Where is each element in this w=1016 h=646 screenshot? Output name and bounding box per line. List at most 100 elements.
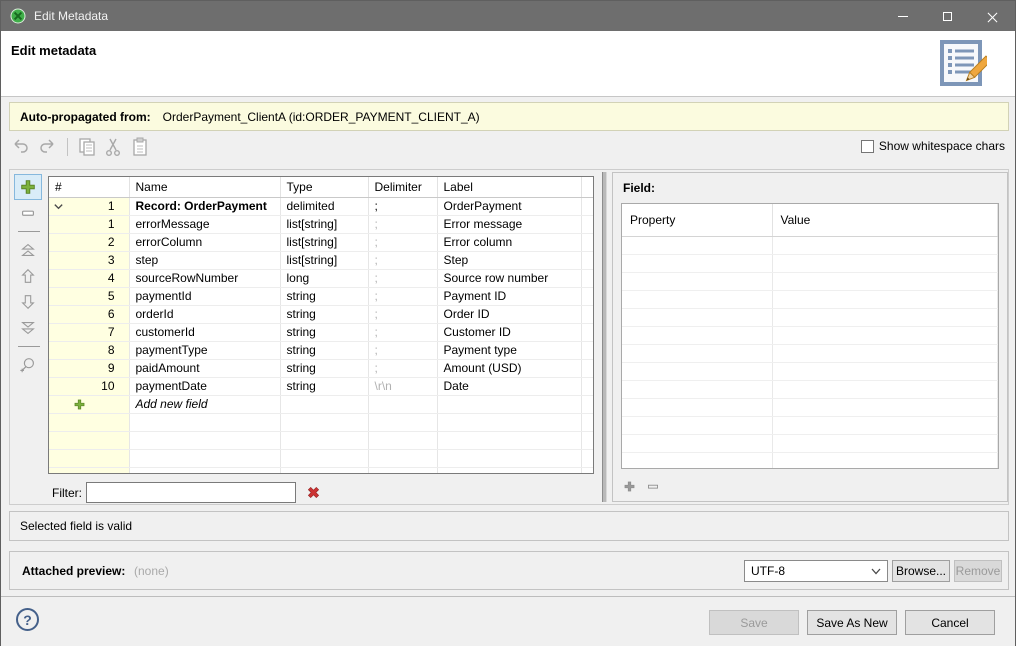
undo-icon[interactable]: [11, 137, 31, 157]
field-type-cell[interactable]: string: [280, 305, 368, 323]
record-label-cell[interactable]: OrderPayment: [437, 197, 581, 215]
panel-splitter[interactable]: [602, 172, 607, 502]
field-delimiter-cell[interactable]: \r\n: [368, 377, 437, 395]
add-field-button[interactable]: [14, 174, 42, 200]
footer: ? Save Save As New Cancel: [1, 596, 1015, 646]
find-button[interactable]: [14, 352, 42, 378]
field-properties-grid[interactable]: Property Value: [621, 203, 999, 469]
add-new-field-label[interactable]: Add new field: [129, 395, 280, 413]
empty-property-row: [622, 398, 998, 416]
field-delimiter-cell[interactable]: ;: [368, 359, 437, 377]
field-type-cell[interactable]: list[string]: [280, 233, 368, 251]
field-row[interactable]: 10 paymentDate string \r\n Date: [49, 377, 593, 395]
field-row[interactable]: 5 paymentId string ; Payment ID: [49, 287, 593, 305]
field-row[interactable]: 2 errorColumn list[string] ; Error colum…: [49, 233, 593, 251]
field-label-cell[interactable]: Payment type: [437, 341, 581, 359]
field-delimiter-cell[interactable]: ;: [368, 215, 437, 233]
filter-clear-icon[interactable]: [306, 485, 321, 503]
field-name-cell[interactable]: paymentDate: [129, 377, 280, 395]
field-delimiter-cell[interactable]: ;: [368, 251, 437, 269]
field-name-cell[interactable]: errorColumn: [129, 233, 280, 251]
encoding-select[interactable]: UTF-8: [744, 560, 888, 582]
cut-icon[interactable]: [103, 137, 123, 157]
field-label-cell[interactable]: Customer ID: [437, 323, 581, 341]
move-up-button[interactable]: [14, 263, 42, 289]
field-name-cell[interactable]: orderId: [129, 305, 280, 323]
record-toolbar: [14, 174, 44, 378]
field-name-cell[interactable]: errorMessage: [129, 215, 280, 233]
field-type-cell[interactable]: string: [280, 287, 368, 305]
field-delimiter-cell[interactable]: ;: [368, 323, 437, 341]
add-row-plus-icon[interactable]: [73, 398, 86, 414]
remove-button[interactable]: Remove: [954, 560, 1002, 582]
cancel-button[interactable]: Cancel: [905, 610, 995, 635]
field-number: 9: [49, 359, 129, 377]
empty-row: [49, 467, 593, 474]
field-type-cell[interactable]: string: [280, 341, 368, 359]
record-type-cell[interactable]: delimited: [280, 197, 368, 215]
field-delimiter-cell[interactable]: ;: [368, 233, 437, 251]
field-type-cell[interactable]: string: [280, 359, 368, 377]
field-row[interactable]: 8 paymentType string ; Payment type: [49, 341, 593, 359]
field-label-cell[interactable]: Source row number: [437, 269, 581, 287]
minimize-button[interactable]: [880, 1, 925, 31]
field-type-cell[interactable]: string: [280, 377, 368, 395]
checkbox-box[interactable]: [861, 140, 874, 153]
field-name-cell[interactable]: sourceRowNumber: [129, 269, 280, 287]
field-row[interactable]: 4 sourceRowNumber long ; Source row numb…: [49, 269, 593, 287]
remove-field-button[interactable]: [14, 200, 42, 226]
field-type-cell[interactable]: string: [280, 323, 368, 341]
move-top-button[interactable]: [14, 237, 42, 263]
field-type-cell[interactable]: list[string]: [280, 215, 368, 233]
field-row[interactable]: 6 orderId string ; Order ID: [49, 305, 593, 323]
browse-button[interactable]: Browse...: [892, 560, 950, 582]
field-type-cell[interactable]: list[string]: [280, 251, 368, 269]
field-label-cell[interactable]: Date: [437, 377, 581, 395]
filter-input[interactable]: [86, 482, 296, 503]
empty-property-row: [622, 272, 998, 290]
field-row[interactable]: 7 customerId string ; Customer ID: [49, 323, 593, 341]
paste-icon[interactable]: [130, 137, 150, 157]
field-name-cell[interactable]: customerId: [129, 323, 280, 341]
field-label-cell[interactable]: Error message: [437, 215, 581, 233]
move-bottom-button[interactable]: [14, 315, 42, 341]
metadata-grid[interactable]: # Name Type Delimiter Label 1 Re: [48, 176, 594, 474]
field-name-cell[interactable]: paidAmount: [129, 359, 280, 377]
move-down-button[interactable]: [14, 289, 42, 315]
field-delimiter-cell[interactable]: ;: [368, 341, 437, 359]
field-delimiter-cell[interactable]: ;: [368, 287, 437, 305]
field-name-cell[interactable]: step: [129, 251, 280, 269]
show-whitespace-checkbox[interactable]: Show whitespace chars: [861, 139, 1005, 153]
maximize-button[interactable]: [925, 1, 970, 31]
field-label-cell[interactable]: Error column: [437, 233, 581, 251]
help-button[interactable]: ?: [16, 608, 39, 631]
collapse-chevron-icon[interactable]: [53, 201, 64, 215]
field-label-cell[interactable]: Payment ID: [437, 287, 581, 305]
field-name-cell[interactable]: paymentId: [129, 287, 280, 305]
remove-property-button[interactable]: [646, 480, 660, 496]
field-delimiter-cell[interactable]: ;: [368, 269, 437, 287]
add-field-row[interactable]: Add new field: [49, 395, 593, 413]
add-property-button[interactable]: [623, 480, 636, 496]
record-row[interactable]: 1 Record: OrderPayment delimited ; Order…: [49, 197, 593, 215]
save-as-new-button[interactable]: Save As New: [807, 610, 897, 635]
field-row[interactable]: 3 step list[string] ; Step: [49, 251, 593, 269]
redo-icon[interactable]: [37, 137, 57, 157]
field-delimiter-cell[interactable]: ;: [368, 305, 437, 323]
close-button[interactable]: [970, 1, 1015, 31]
record-name-cell[interactable]: Record: OrderPayment: [129, 197, 280, 215]
field-label-cell[interactable]: Step: [437, 251, 581, 269]
plus-icon: [623, 480, 636, 493]
auto-propagated-bar: Auto-propagated from: OrderPayment_Clien…: [9, 102, 1009, 131]
minus-icon: [646, 480, 660, 493]
record-delimiter-cell[interactable]: ;: [368, 197, 437, 215]
empty-property-row: [622, 362, 998, 380]
field-row[interactable]: 9 paidAmount string ; Amount (USD): [49, 359, 593, 377]
copy-icon[interactable]: [77, 137, 97, 157]
field-type-cell[interactable]: long: [280, 269, 368, 287]
save-button[interactable]: Save: [709, 610, 799, 635]
field-name-cell[interactable]: paymentType: [129, 341, 280, 359]
field-label-cell[interactable]: Order ID: [437, 305, 581, 323]
field-row[interactable]: 1 errorMessage list[string] ; Error mess…: [49, 215, 593, 233]
field-label-cell[interactable]: Amount (USD): [437, 359, 581, 377]
